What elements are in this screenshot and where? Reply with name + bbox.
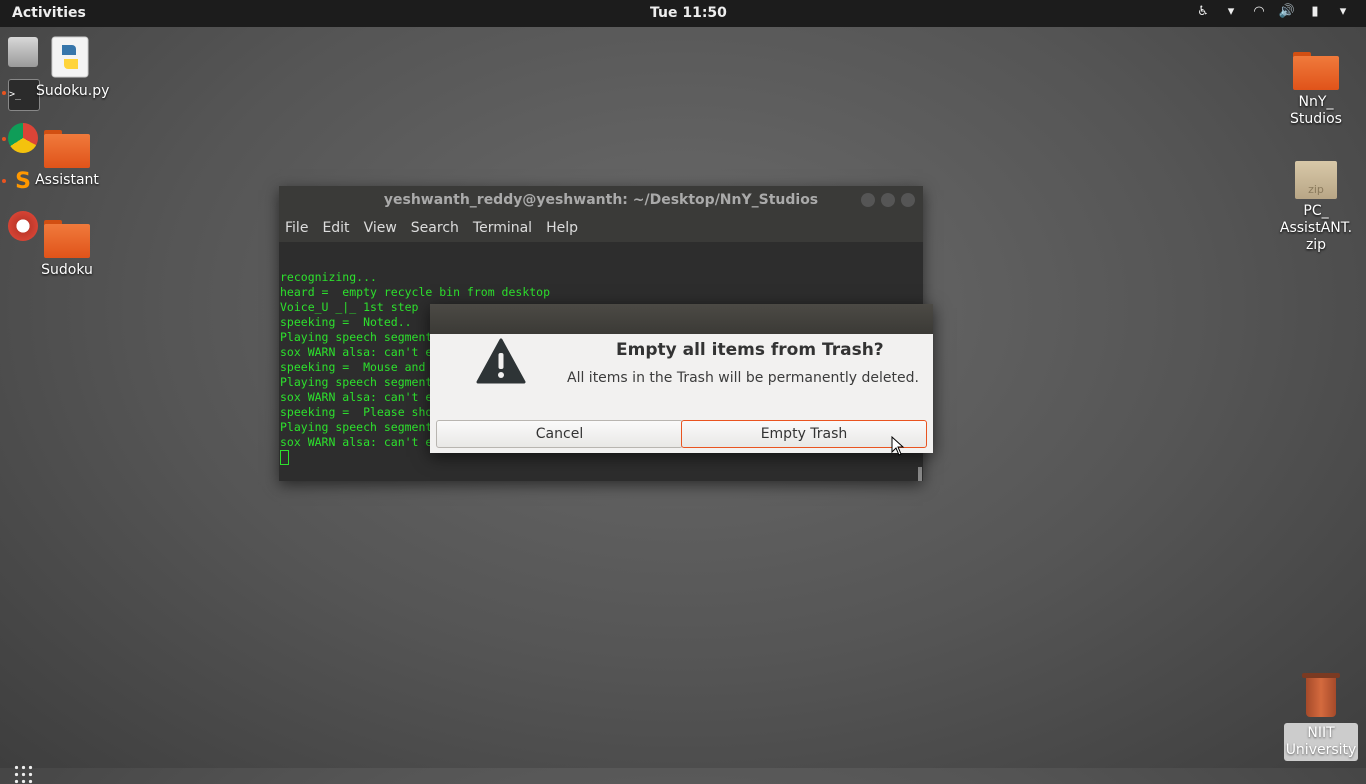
- trash-icon: [1302, 673, 1340, 717]
- zip-archive-icon: zip: [1295, 161, 1337, 199]
- desktop-icon-label: Sudoku.py: [36, 83, 110, 99]
- minimize-icon[interactable]: [861, 193, 875, 207]
- wifi-icon[interactable]: ◠: [1250, 4, 1268, 22]
- desktop-icon-label: Sudoku: [41, 262, 93, 278]
- terminal-line: recognizing...: [280, 270, 377, 284]
- dialog-message: All items in the Trash will be permanent…: [567, 370, 919, 386]
- activities-button[interactable]: Activities: [12, 5, 86, 21]
- dialog-header[interactable]: [430, 304, 933, 334]
- system-tray[interactable]: ♿ ▾ ◠ 🔊 ▮ ▾: [1194, 4, 1352, 22]
- folder-icon: [1293, 52, 1339, 90]
- desktop-folder-assistant[interactable]: Assistant: [33, 130, 101, 188]
- running-indicator: [2, 137, 6, 141]
- menu-file[interactable]: File: [285, 214, 308, 242]
- terminal-line: heard = empty recycle bin from desktop: [280, 285, 551, 299]
- running-indicator: [2, 91, 6, 95]
- clock[interactable]: Tue 11:50: [650, 5, 727, 21]
- chevron-down-icon[interactable]: ▾: [1334, 4, 1352, 22]
- files-icon[interactable]: [8, 37, 38, 67]
- running-indicator: [2, 179, 6, 183]
- folder-icon: [44, 220, 90, 258]
- menu-edit[interactable]: Edit: [322, 214, 349, 242]
- desktop-folder-nny-studios[interactable]: NnY_ Studios: [1282, 52, 1350, 128]
- menu-terminal[interactable]: Terminal: [473, 214, 532, 242]
- desktop-icon-sudoku-py[interactable]: Sudoku.py: [36, 35, 110, 99]
- cancel-button[interactable]: Cancel: [436, 420, 683, 448]
- close-icon[interactable]: [901, 193, 915, 207]
- window-controls: [861, 193, 915, 207]
- warning-icon: [476, 338, 526, 384]
- volume-icon[interactable]: 🔊: [1278, 4, 1296, 22]
- terminal-title[interactable]: yeshwanth_reddy@yeshwanth: ~/Desktop/NnY…: [279, 186, 923, 214]
- maximize-icon[interactable]: [881, 193, 895, 207]
- terminal-scrollbar[interactable]: [918, 467, 922, 481]
- folder-icon: [44, 130, 90, 168]
- desktop-folder-sudoku[interactable]: Sudoku: [33, 220, 101, 278]
- menu-view[interactable]: View: [364, 214, 397, 242]
- top-bar: Activities Tue 11:50 ♿ ▾ ◠ 🔊 ▮ ▾: [0, 0, 1366, 27]
- accessibility-icon[interactable]: ♿: [1194, 4, 1212, 22]
- mouse-pointer-icon: [891, 436, 905, 456]
- battery-icon[interactable]: ▮: [1306, 4, 1324, 22]
- chevron-down-icon[interactable]: ▾: [1222, 4, 1240, 22]
- desktop-file-pc-assistant-zip[interactable]: zip PC_ AssistANT. zip: [1278, 161, 1354, 254]
- dialog-title: Empty all items from Trash?: [616, 340, 884, 360]
- python-file-icon: [51, 36, 89, 78]
- desktop-icon-label: PC_ AssistANT. zip: [1279, 203, 1353, 253]
- terminal-menubar: File Edit View Search Terminal Help: [279, 214, 923, 242]
- trash-label: NIIT University: [1284, 723, 1358, 761]
- desktop-icon-label: Assistant: [35, 172, 99, 188]
- empty-trash-dialog: Empty all items from Trash? All items in…: [430, 304, 933, 453]
- menu-help[interactable]: Help: [546, 214, 578, 242]
- menu-search[interactable]: Search: [411, 214, 459, 242]
- show-applications-icon[interactable]: [13, 764, 33, 784]
- desktop-trash[interactable]: NIIT University: [1284, 673, 1358, 761]
- desktop-icon-label: NnY_ Studios: [1290, 94, 1342, 127]
